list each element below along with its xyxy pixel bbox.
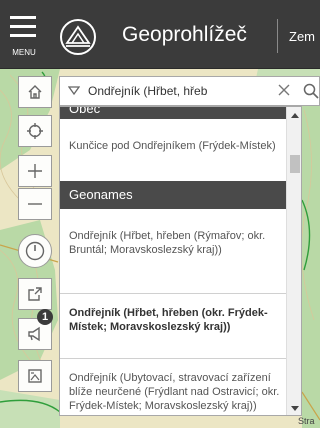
result-group-header-obec: Obec — [60, 107, 286, 119]
results-scrollbar[interactable] — [286, 107, 302, 415]
hamburger-bar — [10, 34, 36, 37]
header-divider — [277, 19, 278, 53]
result-item[interactable]: Ondřejník (Ubytovací, stravovací zařízen… — [60, 359, 286, 415]
chevron-down-icon[interactable] — [68, 86, 80, 96]
hamburger-bar — [10, 25, 36, 28]
hamburger-icon — [10, 16, 36, 19]
legend-icon — [28, 369, 42, 383]
search-results-list: Obec Kunčice pod Ondřejníkem (Frýdek-Mís… — [59, 106, 302, 416]
search-icon[interactable] — [302, 82, 320, 100]
share-button[interactable] — [18, 278, 52, 310]
legend-button[interactable] — [18, 360, 52, 392]
zoom-in-button[interactable] — [18, 155, 52, 187]
zoom-out-icon — [28, 203, 42, 205]
result-item[interactable]: Ondřejník (Hřbet, hřeben (Rýmařov; okr. … — [60, 209, 286, 293]
result-item-selected[interactable]: Ondřejník (Hřbet, hřeben (okr. Frýdek-Mí… — [60, 294, 286, 358]
app-subtitle[interactable]: Zem — [289, 29, 315, 44]
home-button[interactable] — [18, 76, 52, 108]
megaphone-icon — [28, 326, 40, 342]
zoom-in-icon — [28, 164, 42, 178]
result-group-header-geonames: Geonames — [60, 181, 286, 209]
app-header: MENU Geoprohlížeč Zem — [0, 0, 320, 69]
notification-badge: 1 — [37, 309, 53, 325]
locate-button[interactable] — [18, 115, 52, 147]
home-icon — [28, 85, 42, 99]
menu-label: MENU — [12, 48, 36, 57]
search-box — [59, 76, 320, 106]
result-item[interactable]: Kunčice pod Ondřejníkem (Frýdek-Místek) — [60, 119, 286, 181]
map-road-label: Stra — [298, 416, 315, 426]
logo-icon — [60, 19, 96, 55]
locate-icon — [27, 123, 43, 139]
scroll-down-icon[interactable] — [287, 403, 302, 415]
close-icon[interactable] — [277, 83, 291, 97]
history-button[interactable] — [18, 234, 52, 268]
app-title: Geoprohlížeč — [122, 23, 247, 46]
share-icon — [28, 287, 42, 301]
clock-icon — [25, 241, 45, 261]
menu-button[interactable]: MENU — [6, 8, 42, 62]
search-input[interactable] — [88, 80, 273, 102]
scroll-thumb[interactable] — [290, 155, 300, 173]
zoom-out-button[interactable] — [18, 188, 52, 220]
scroll-up-icon[interactable] — [287, 109, 302, 121]
